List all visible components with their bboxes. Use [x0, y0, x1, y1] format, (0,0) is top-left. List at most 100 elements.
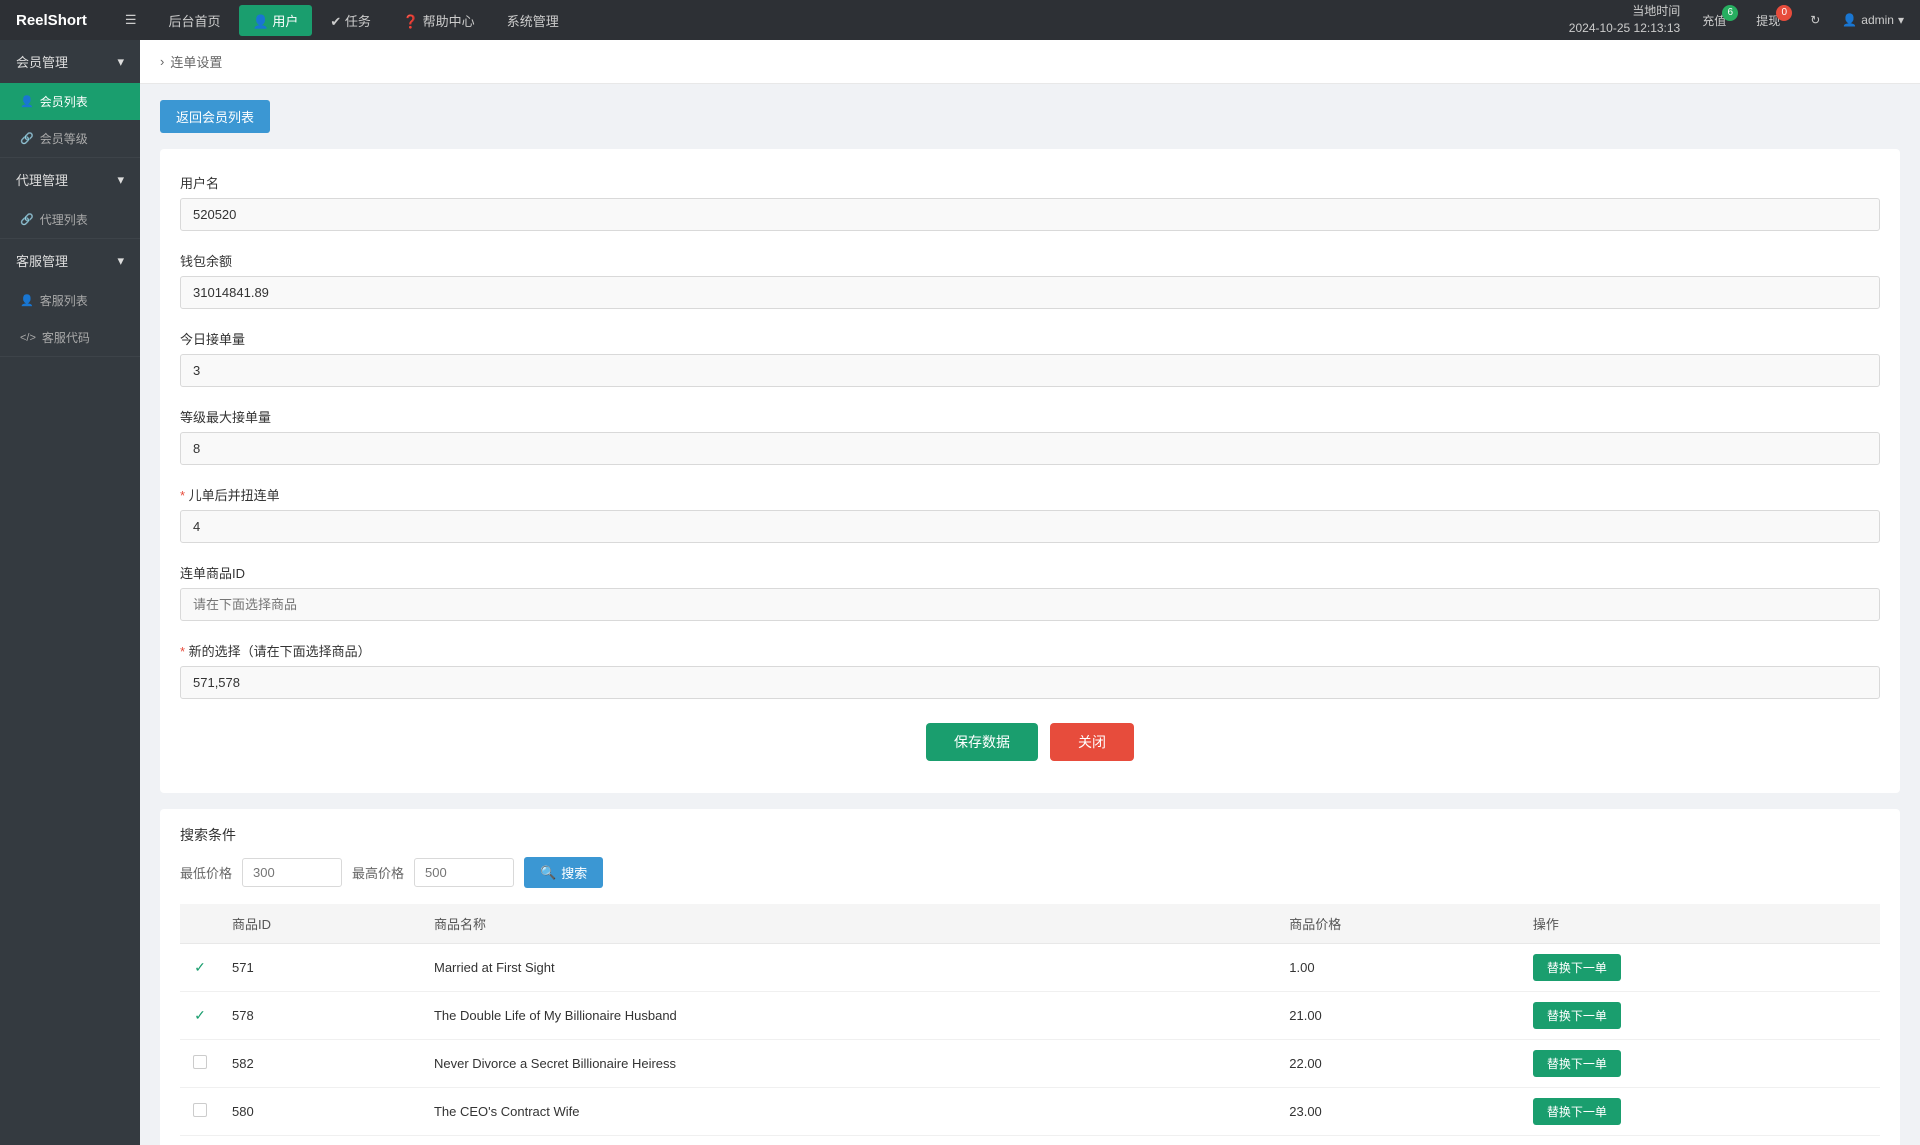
chevron-down-icon: ▾ [117, 54, 124, 70]
nav-home[interactable]: 后台首页 [155, 5, 235, 36]
row-product-name: Never Divorce a Secret Billionaire Heire… [422, 1040, 1277, 1088]
max-orders-input[interactable] [180, 432, 1880, 465]
replace-next-order-button[interactable]: 替换下一单 [1533, 1050, 1621, 1077]
member-group-header[interactable]: 会员管理 ▾ [0, 40, 140, 83]
child-orders-input[interactable] [180, 510, 1880, 543]
row-product-id: 580 [220, 1088, 422, 1136]
member-section: 会员管理 ▾ 👤 会员列表 🔗 会员等级 [0, 40, 140, 158]
datetime-display: 当地时间 2024-10-25 12:13:13 [1569, 3, 1680, 37]
row-check[interactable]: ✓ [180, 992, 220, 1040]
row-product-name: The Double Life of My Billionaire Husban… [422, 992, 1277, 1040]
content-area: 返回会员列表 用户名 钱包余额 今日接单量 等级最大接单量 [140, 84, 1920, 1145]
close-button[interactable]: 关闭 [1050, 723, 1134, 761]
nav-system[interactable]: 系统管理 [493, 5, 573, 36]
sidebar-item-service-code[interactable]: </> 客服代码 [0, 319, 140, 356]
row-action: 替换下一单 [1521, 992, 1880, 1040]
row-check[interactable] [180, 1088, 220, 1136]
today-orders-group: 今日接单量 [180, 329, 1880, 387]
agent-group-header[interactable]: 代理管理 ▾ [0, 158, 140, 201]
chevron-down-icon-2: ▾ [117, 172, 124, 188]
nav-user[interactable]: 👤 👤 用户用户 [239, 5, 313, 36]
wallet-group: 钱包余额 [180, 251, 1880, 309]
top-navigation: ReelShort ☰ 后台首页 👤 👤 用户用户 ✔ 任务 ❓ 帮助中心 系统… [0, 0, 1920, 40]
service-group-header[interactable]: 客服管理 ▾ [0, 239, 140, 282]
sidebar-item-member-level[interactable]: 🔗 会员等级 [0, 120, 140, 157]
max-orders-label: 等级最大接单量 [180, 407, 1880, 426]
row-check[interactable]: ✓ [180, 944, 220, 992]
row-check[interactable] [180, 1040, 220, 1088]
max-price-input[interactable] [414, 858, 514, 887]
checkbox-icon [193, 1055, 207, 1069]
col-actions: 操作 [1521, 904, 1880, 944]
sidebar-item-member-list[interactable]: 👤 会员列表 [0, 83, 140, 120]
search-row: 最低价格 最高价格 🔍 搜索 [180, 857, 1880, 888]
form-card: 用户名 钱包余额 今日接单量 等级最大接单量 儿单后并扭连单 [160, 149, 1900, 793]
back-to-member-list-button[interactable]: 返回会员列表 [160, 100, 270, 133]
nav-help[interactable]: ❓ 帮助中心 [389, 5, 489, 36]
nav-menu-icon[interactable]: ☰ [111, 6, 151, 34]
username-input[interactable] [180, 198, 1880, 231]
top-nav-right: 当地时间 2024-10-25 12:13:13 充值 6 提现 0 ↻ 👤 a… [1569, 3, 1904, 37]
save-button[interactable]: 保存数据 [926, 723, 1038, 761]
recharge-button[interactable]: 充值 6 [1694, 9, 1734, 32]
replace-next-order-button[interactable]: 替换下一单 [1533, 1002, 1621, 1029]
table-row: 582 Never Divorce a Secret Billionaire H… [180, 1040, 1880, 1088]
table-row: ✓ 578 The Double Life of My Billionaire … [180, 992, 1880, 1040]
row-action: 替换下一单 [1521, 1040, 1880, 1088]
chevron-down-icon-3: ▾ [117, 253, 124, 269]
product-id-input[interactable] [180, 588, 1880, 621]
row-product-id: 578 [220, 992, 422, 1040]
code-icon: </> [20, 332, 36, 344]
row-product-name: The CEO's Contract Wife [422, 1088, 1277, 1136]
min-price-input[interactable] [242, 858, 342, 887]
product-table: 商品ID 商品名称 商品价格 操作 ✓ 571 Married at First… [180, 904, 1880, 1136]
username-label: 用户名 [180, 173, 1880, 192]
search-button[interactable]: 🔍 搜索 [524, 857, 603, 888]
checkmark-icon: ✓ [194, 959, 206, 975]
row-product-price: 21.00 [1277, 992, 1521, 1040]
table-row: ✓ 571 Married at First Sight 1.00 替换下一单 [180, 944, 1880, 992]
username-group: 用户名 [180, 173, 1880, 231]
alert-badge: 0 [1776, 5, 1792, 21]
breadcrumb-sep: › [160, 54, 164, 69]
link-icon-2: 🔗 [20, 213, 34, 226]
row-product-name: Married at First Sight [422, 944, 1277, 992]
form-button-row: 保存数据 关闭 [180, 723, 1880, 761]
product-id-group: 连单商品ID [180, 563, 1880, 621]
breadcrumb: › 连单设置 [140, 40, 1920, 84]
alert-button[interactable]: 提现 0 [1748, 9, 1788, 32]
sidebar-item-service-list[interactable]: 👤 客服列表 [0, 282, 140, 319]
main-content: › 连单设置 返回会员列表 用户名 钱包余额 今日接单量 [140, 40, 1920, 1145]
username-display: admin [1861, 13, 1894, 27]
agent-section: 代理管理 ▾ 🔗 代理列表 [0, 158, 140, 239]
sidebar-item-agent-list[interactable]: 🔗 代理列表 [0, 201, 140, 238]
replace-next-order-button[interactable]: 替换下一单 [1533, 1098, 1621, 1125]
wallet-label: 钱包余额 [180, 251, 1880, 270]
row-product-price: 23.00 [1277, 1088, 1521, 1136]
user-menu[interactable]: 👤 admin ▾ [1842, 13, 1904, 27]
checkbox-icon [193, 1103, 207, 1117]
wallet-input[interactable] [180, 276, 1880, 309]
user-icon-2: 👤 [20, 294, 34, 307]
nav-task[interactable]: ✔ 任务 [316, 5, 385, 36]
row-product-id: 571 [220, 944, 422, 992]
col-product-price: 商品价格 [1277, 904, 1521, 944]
row-action: 替换下一单 [1521, 1088, 1880, 1136]
replace-next-order-button[interactable]: 替换下一单 [1533, 954, 1621, 981]
breadcrumb-current: 连单设置 [170, 52, 222, 71]
child-orders-label: 儿单后并扭连单 [180, 485, 1880, 504]
sidebar: 会员管理 ▾ 👤 会员列表 🔗 会员等级 代理管理 ▾ 🔗 代理列表 [0, 40, 140, 1145]
app-layout: 会员管理 ▾ 👤 会员列表 🔗 会员等级 代理管理 ▾ 🔗 代理列表 [0, 40, 1920, 1145]
search-card: 搜索条件 最低价格 最高价格 🔍 搜索 [160, 809, 1900, 1145]
refresh-button[interactable]: ↻ [1802, 10, 1828, 30]
search-title: 搜索条件 [180, 825, 1880, 845]
new-selection-input[interactable] [180, 666, 1880, 699]
row-product-id: 582 [220, 1040, 422, 1088]
today-orders-input[interactable] [180, 354, 1880, 387]
today-orders-label: 今日接单量 [180, 329, 1880, 348]
min-price-label: 最低价格 [180, 863, 232, 882]
child-orders-group: 儿单后并扭连单 [180, 485, 1880, 543]
table-header-row: 商品ID 商品名称 商品价格 操作 [180, 904, 1880, 944]
row-action: 替换下一单 [1521, 944, 1880, 992]
time-value: 2024-10-25 12:13:13 [1569, 20, 1680, 37]
